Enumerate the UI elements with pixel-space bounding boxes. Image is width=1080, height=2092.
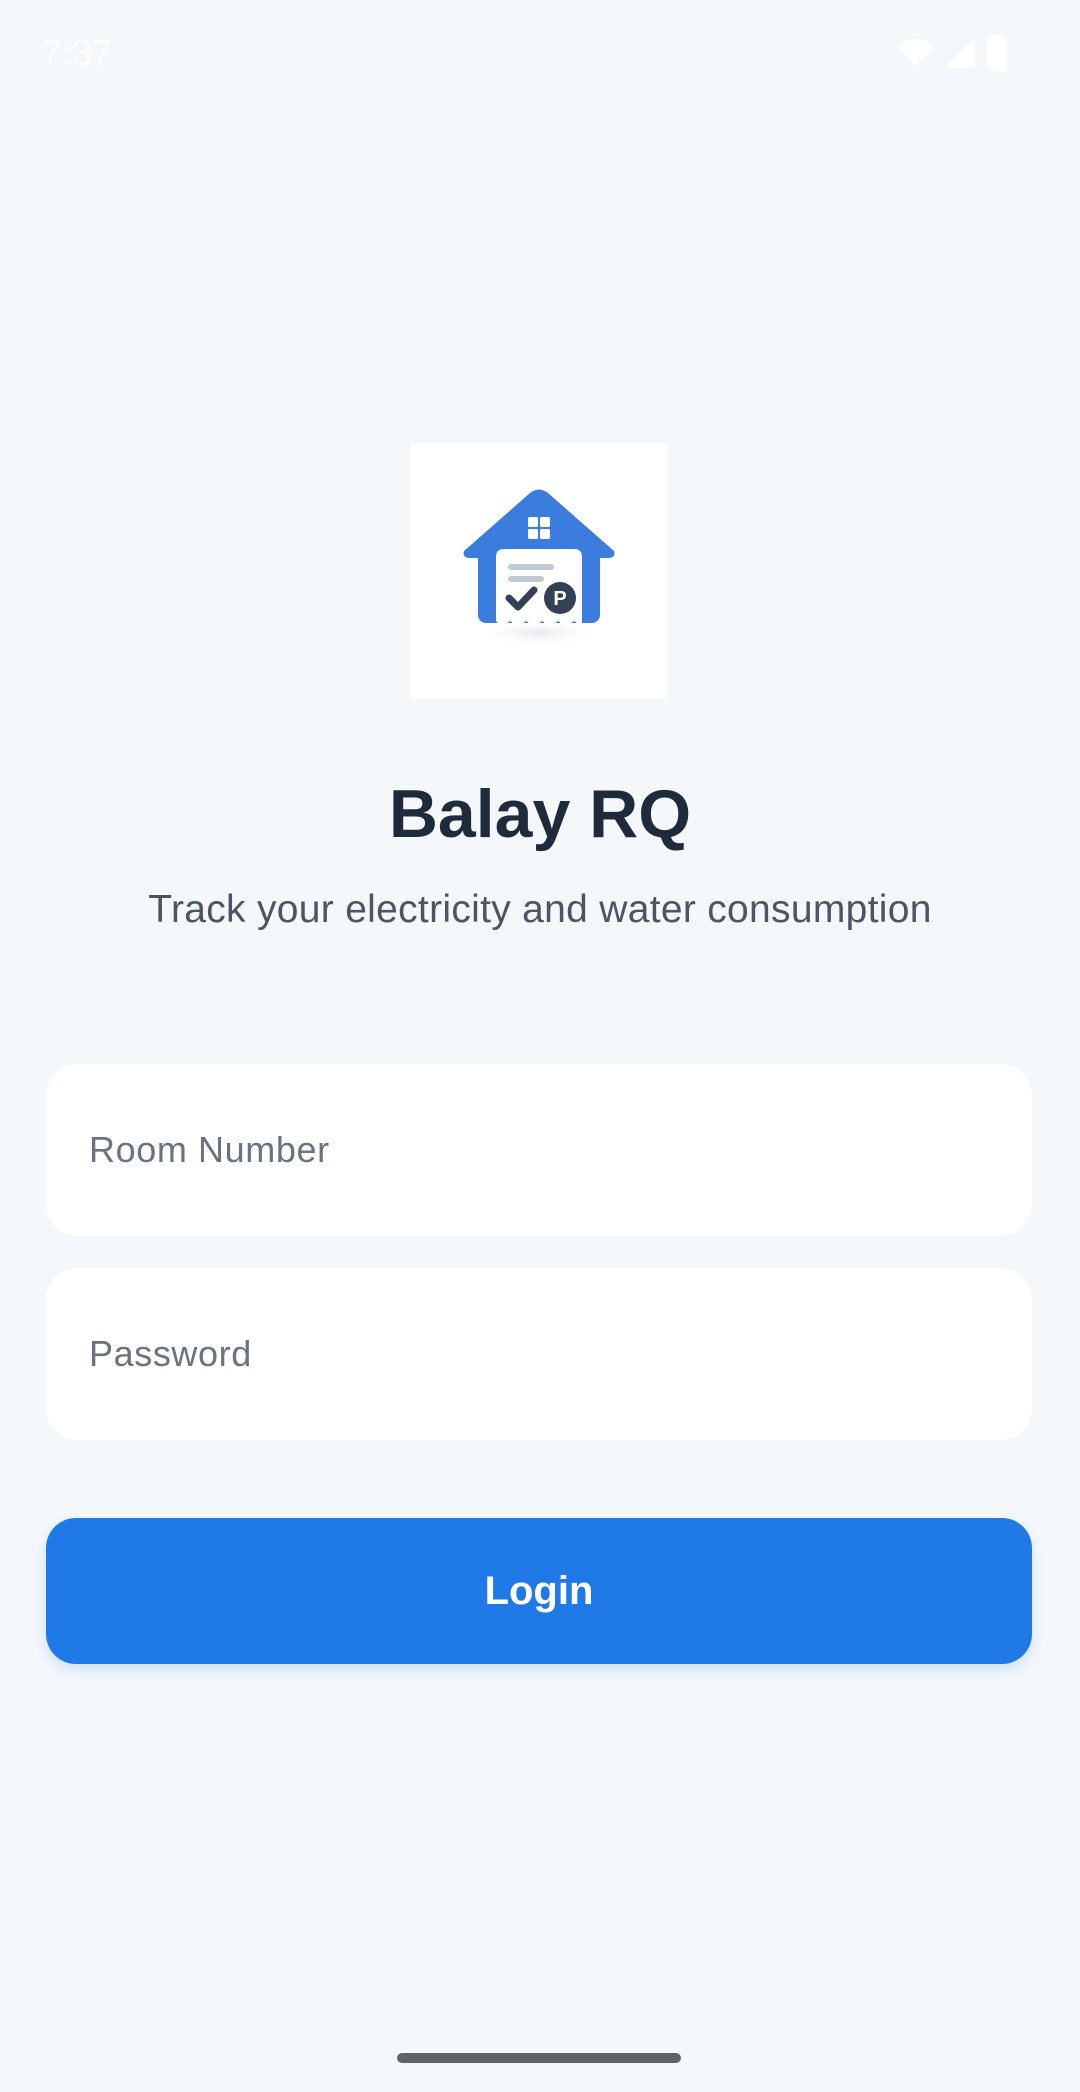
battery-icon — [986, 34, 1008, 76]
status-bar: 7:37 — [0, 0, 1080, 110]
app-title: Balay RQ — [388, 776, 692, 852]
cell-signal-icon — [944, 37, 976, 74]
login-button[interactable]: Login — [46, 1518, 1032, 1664]
app-logo: P — [410, 443, 668, 699]
house-receipt-icon: P — [463, 489, 615, 647]
room-number-field — [46, 1064, 1032, 1236]
status-icons — [896, 34, 1008, 76]
app-subtitle: Track your electricity and water consump… — [148, 888, 932, 931]
room-number-input[interactable] — [46, 1064, 1032, 1236]
wifi-icon — [896, 38, 934, 73]
badge-letter: P — [553, 588, 566, 610]
status-time: 7:37 — [42, 32, 113, 73]
password-input[interactable] — [46, 1268, 1032, 1440]
password-field — [46, 1268, 1032, 1440]
home-indicator[interactable] — [397, 2053, 681, 2063]
